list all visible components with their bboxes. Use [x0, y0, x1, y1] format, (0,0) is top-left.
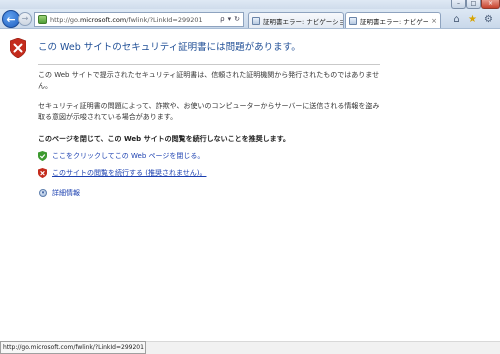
address-prefix: http://go.	[50, 15, 80, 24]
more-information-label[interactable]: 詳細情報	[52, 188, 80, 198]
address-bar[interactable]: http://go.microsoft.com/fwlink/?LinkId=2…	[34, 12, 244, 27]
title-bar	[0, 0, 500, 9]
minimize-icon: –	[457, 0, 460, 7]
close-window-button[interactable]: ×	[481, 0, 500, 9]
certificate-warning-text: この Web サイトで提示されたセキュリティ証明書は、信頼された証明機関から発行…	[38, 71, 380, 90]
home-icon: ⌂	[453, 13, 460, 25]
red-x-shield-icon	[10, 38, 26, 58]
tab-page-icon	[349, 16, 357, 25]
dropdown-icon[interactable]: ▾	[228, 16, 232, 23]
continue-site-link[interactable]: このサイトの閲覧を続行する (推奨されません)。	[52, 168, 206, 178]
expand-chevron-icon: ▾	[39, 189, 47, 197]
gear-icon: ⚙	[484, 13, 493, 25]
minimize-button[interactable]: –	[451, 0, 466, 9]
close-icon: ×	[487, 0, 494, 7]
forward-button[interactable]: →	[18, 12, 32, 26]
navigation-bar: ← → http://go.microsoft.com/fwlink/?Link…	[0, 9, 500, 29]
continue-site-option[interactable]: このサイトの閲覧を続行する (推奨されません)。	[38, 168, 206, 178]
divider	[38, 64, 380, 65]
forward-arrow-icon: →	[21, 14, 29, 23]
tab-certificate-error-2[interactable]: 証明書エラー: ナビゲーショ... ×	[345, 12, 441, 28]
tab-label: 証明書エラー: ナビゲーショ...	[360, 17, 429, 26]
more-information-toggle[interactable]: ▾ 詳細情報	[39, 188, 80, 198]
address-suffix: /fwlink/?LinkId=299201	[126, 15, 203, 24]
refresh-icon[interactable]: ↻	[234, 16, 240, 23]
favorites-button[interactable]: ★	[465, 12, 480, 27]
tools-button[interactable]: ⚙	[481, 12, 496, 27]
red-x-shield-icon	[38, 168, 47, 178]
status-url-tooltip: http://go.microsoft.com/fwlink/?LinkId=2…	[0, 341, 146, 354]
page-favicon-icon	[38, 15, 47, 24]
security-risk-text: セキュリティ証明書の問題によって、詐欺や、お使いのコンピューターからサーバーに送…	[38, 102, 380, 121]
page-title: この Web サイトのセキュリティ証明書には問題があります。	[38, 42, 301, 53]
recommendation-text: このページを閉じて、この Web サイトの閲覧を続行しないことを推奨します。	[38, 135, 290, 143]
close-page-link[interactable]: ここをクリックしてこの Web ページを閉じる。	[52, 151, 204, 161]
address-domain: microsoft.com	[79, 15, 127, 24]
tab-certificate-error-1[interactable]: 証明書エラー: ナビゲーショ...	[248, 12, 344, 28]
back-arrow-icon: ←	[6, 12, 16, 26]
address-tools: ρ ▾ ↻	[220, 16, 243, 23]
close-page-option[interactable]: ここをクリックしてこの Web ページを閉じる。	[38, 151, 204, 161]
green-check-shield-icon	[38, 151, 47, 161]
tab-label: 証明書エラー: ナビゲーショ...	[263, 17, 343, 26]
maximize-button[interactable]: □	[466, 0, 481, 9]
tab-close-icon[interactable]: ×	[428, 17, 440, 25]
maximize-icon: □	[470, 0, 477, 7]
favorites-star-icon: ★	[468, 13, 477, 25]
search-icon[interactable]: ρ	[220, 16, 224, 23]
address-url[interactable]: http://go.microsoft.com/fwlink/?LinkId=2…	[50, 16, 220, 24]
home-button[interactable]: ⌂	[449, 12, 464, 27]
tab-page-icon	[252, 16, 260, 25]
